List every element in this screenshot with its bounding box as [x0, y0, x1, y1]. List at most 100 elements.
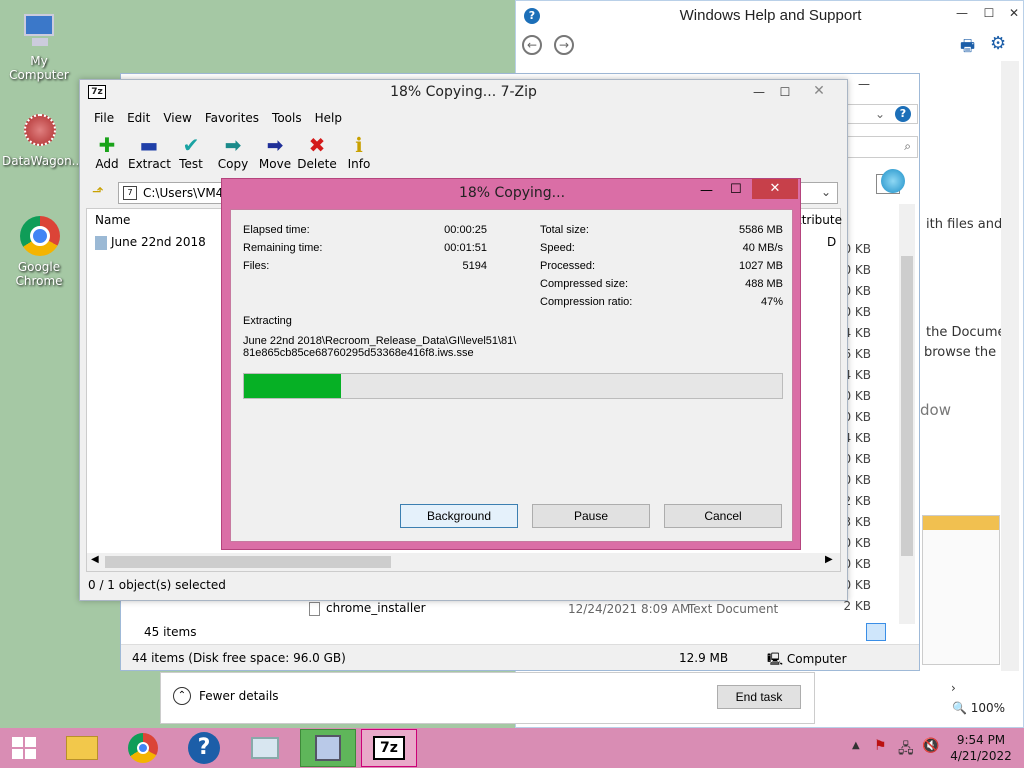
info-label: Info	[347, 157, 371, 171]
show-hidden-icons[interactable]: ▲	[852, 740, 860, 751]
fewer-details-link[interactable]: Fewer details	[199, 689, 279, 703]
processed-label: Processed:	[540, 260, 596, 272]
taskbar-installer[interactable]	[300, 729, 356, 767]
horizontal-scrollbar[interactable]: ◀ ▶	[87, 553, 840, 571]
remaining-label: Remaining time:	[243, 242, 323, 254]
current-path-line1: June 22nd 2018\Recroom_Release_Data\GI\l…	[243, 335, 517, 347]
taskbar-help[interactable]: ?	[176, 729, 232, 767]
sevenzip-logo-icon: 7z	[373, 736, 405, 760]
chevron-down-icon[interactable]: ⌄	[821, 185, 831, 199]
menu-bar: File Edit View Favorites Tools Help	[94, 111, 355, 125]
items-count: 45 items	[144, 625, 197, 639]
close-button[interactable]: ✕	[796, 81, 842, 101]
help-scrollbar[interactable]	[1001, 61, 1019, 671]
print-icon[interactable]: 🖶	[960, 35, 975, 62]
minimize-button[interactable]: —	[949, 5, 975, 21]
back-button[interactable]: ←	[522, 35, 542, 55]
minimize-button[interactable]: —	[700, 183, 713, 198]
minimize-button[interactable]: —	[851, 76, 877, 92]
menu-favorites[interactable]: Favorites	[205, 111, 259, 125]
ratio-value: 47%	[760, 296, 783, 308]
total-size-value: 5586 MB	[738, 224, 783, 236]
list-item-label: June 22nd 2018	[111, 235, 206, 249]
speed-label: Speed:	[540, 242, 575, 254]
move-button[interactable]: ➡ Move	[254, 133, 296, 171]
menu-view[interactable]: View	[163, 111, 191, 125]
explorer-scrollbar[interactable]	[899, 204, 915, 624]
extract-label: Extract	[128, 157, 171, 171]
chevron-right-icon[interactable]: ›	[951, 681, 956, 695]
list-item[interactable]: June 22nd 2018	[95, 235, 206, 250]
menu-help[interactable]: Help	[315, 111, 342, 125]
test-button[interactable]: ✔ Test	[170, 133, 212, 171]
file-name: chrome_installer	[326, 601, 426, 615]
menu-file[interactable]: File	[94, 111, 114, 125]
info-icon: ℹ	[355, 133, 363, 157]
files-value: 5194	[462, 260, 487, 272]
desktop-icon-label: DataWagon...	[2, 154, 84, 168]
forward-button[interactable]: →	[554, 35, 574, 55]
compressed-value: 488 MB	[745, 278, 783, 290]
clock[interactable]: 9:54 PM 4/21/2022	[946, 732, 1016, 764]
end-task-button[interactable]: End task	[717, 685, 801, 709]
delete-label: Delete	[297, 157, 337, 171]
status-size: 12.9 MB	[679, 651, 729, 665]
taskbar-chrome[interactable]	[115, 729, 171, 767]
taskbar-7zip[interactable]: 7z	[361, 729, 417, 767]
maximize-button[interactable]: ☐	[772, 84, 798, 100]
minus-icon: ▬	[139, 133, 159, 157]
extract-button[interactable]: ▬ Extract	[128, 133, 171, 171]
remaining-value: 00:01:51	[444, 242, 487, 254]
close-button[interactable]: ✕	[752, 179, 798, 199]
background-button[interactable]: Background	[400, 504, 518, 528]
maximize-button[interactable]: ☐	[730, 182, 742, 197]
maximize-button[interactable]: ☐	[976, 5, 1002, 21]
chevron-down-icon: ⌄	[875, 107, 886, 121]
desktop-icon-my-computer[interactable]: My Computer	[2, 10, 76, 82]
taskbar-explorer[interactable]	[54, 729, 110, 767]
column-name[interactable]: Name	[95, 213, 130, 227]
files-label: Files:	[243, 260, 270, 272]
folder-up-icon[interactable]: ⬏	[92, 184, 104, 200]
help-icon[interactable]: ?	[895, 106, 911, 122]
add-label: Add	[95, 157, 119, 171]
menu-edit[interactable]: Edit	[127, 111, 150, 125]
dialog-body: Elapsed time: 00:00:25 Remaining time: 0…	[230, 209, 793, 542]
file-date: 12/24/2021 8:09 AM	[568, 602, 691, 616]
cancel-button[interactable]: Cancel	[664, 504, 782, 528]
column-attributes[interactable]: ttribute	[797, 213, 842, 227]
add-button[interactable]: ✚ Add	[86, 133, 128, 171]
desktop-icon-label: Google Chrome	[15, 260, 63, 288]
scroll-right-icon[interactable]: ▶	[825, 554, 833, 565]
move-label: Move	[258, 157, 292, 171]
zoom-level[interactable]: 🔍 100%	[952, 701, 1005, 715]
processed-value: 1027 MB	[738, 260, 783, 272]
pause-button[interactable]: Pause	[532, 504, 650, 528]
close-button[interactable]: ✕	[1001, 5, 1024, 21]
delete-button[interactable]: ✖ Delete	[296, 133, 338, 171]
menu-tools[interactable]: Tools	[272, 111, 302, 125]
file-row[interactable]: chrome_installer	[309, 601, 426, 616]
monitor-icon	[251, 737, 279, 759]
taskbar-task-manager[interactable]	[237, 729, 293, 767]
copy-button[interactable]: ➡ Copy	[212, 133, 254, 171]
clock-date: 4/21/2022	[950, 749, 1012, 763]
scroll-left-icon[interactable]: ◀	[91, 554, 99, 565]
minimize-button[interactable]: —	[746, 84, 772, 100]
volume-muted-icon[interactable]: 🔇	[922, 738, 939, 754]
action-center-icon[interactable]: ⚑	[874, 738, 887, 754]
taskbar: ? 7z ▲ ⚑ 🖧 🔇 9:54 PM 4/21/2022	[0, 728, 1024, 768]
status-location-label: Computer	[786, 652, 847, 666]
start-button[interactable]	[0, 729, 48, 767]
status-location: 🖳 Computer	[767, 650, 847, 671]
network-icon[interactable]: 🖧	[898, 738, 914, 762]
desktop-icon-datawagon[interactable]: DataWagon...	[2, 110, 84, 168]
sevenzip-logo-icon: 7z	[88, 85, 106, 99]
details-view-icon[interactable]	[866, 623, 886, 641]
info-button[interactable]: ℹ Info	[338, 133, 380, 171]
gear-icon[interactable]: ⚙	[990, 33, 1006, 54]
progress-bar	[243, 373, 783, 399]
chevron-up-icon[interactable]: ⌃	[173, 687, 191, 705]
clock-time: 9:54 PM	[956, 733, 1006, 747]
desktop-icon-chrome[interactable]: Google Chrome	[2, 216, 76, 288]
